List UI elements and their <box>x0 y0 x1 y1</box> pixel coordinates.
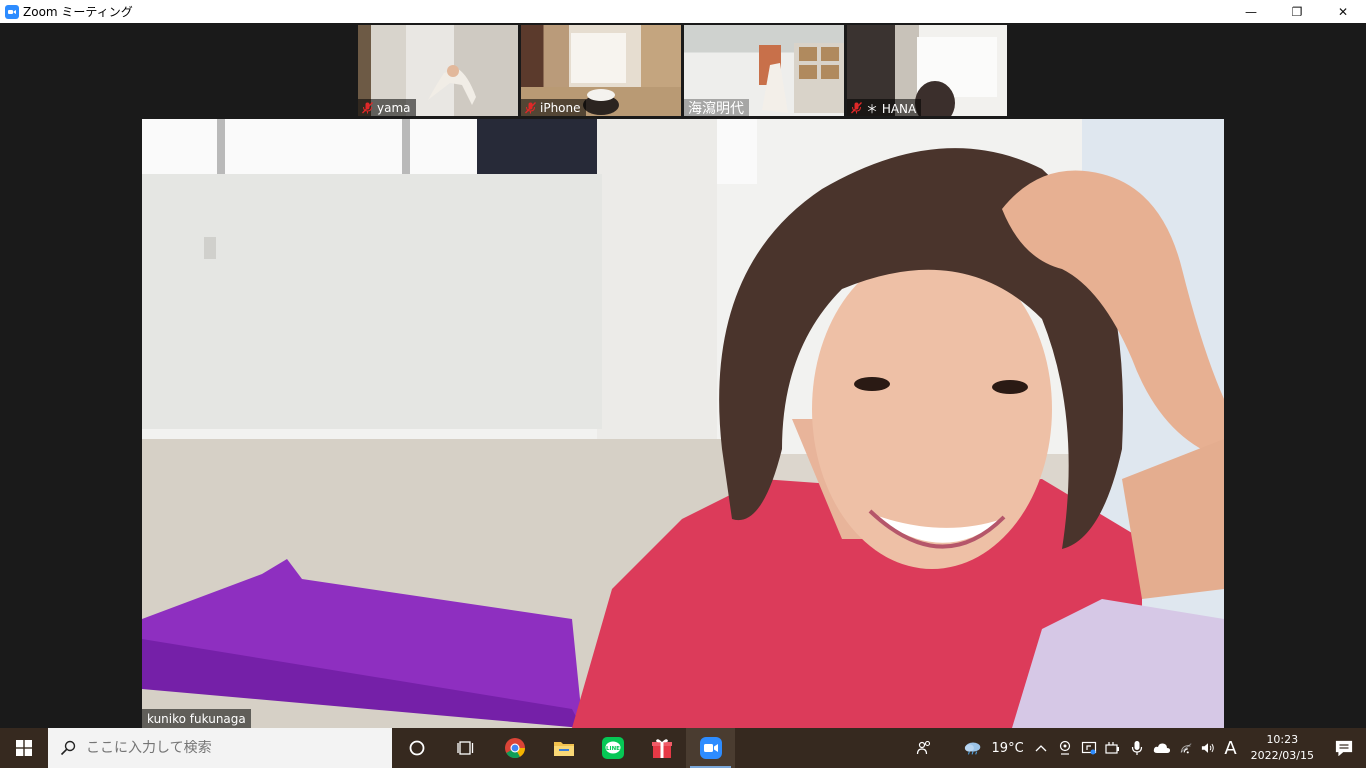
weather-temperature[interactable]: 19°C <box>987 728 1029 768</box>
clock-date: 2022/03/15 <box>1250 749 1314 762</box>
close-button[interactable]: ✕ <box>1320 0 1366 23</box>
window-titlebar: Zoom ミーティング — ❐ ✕ <box>0 0 1366 23</box>
ime-mode-indicator[interactable]: A <box>1219 728 1243 768</box>
participant-tile[interactable]: iPhone <box>521 25 681 116</box>
clock-time: 10:23 <box>1266 733 1299 746</box>
tray-microphone[interactable] <box>1125 728 1149 768</box>
tray-camera[interactable] <box>1053 728 1077 768</box>
taskbar-file-explorer[interactable] <box>539 728 588 768</box>
tray-volume[interactable] <box>1197 728 1219 768</box>
zoom-icon <box>699 737 722 759</box>
task-view-button[interactable] <box>441 728 490 768</box>
minimize-button[interactable]: — <box>1228 0 1274 23</box>
tray-onedrive[interactable] <box>1149 728 1175 768</box>
people-icon <box>916 740 930 755</box>
taskbar-search-box[interactable] <box>48 728 392 768</box>
system-tray: 19°C A 10:23 2022/03/15 <box>909 728 1366 768</box>
taskbar-chrome[interactable] <box>490 728 539 768</box>
mic-muted-icon <box>525 102 536 114</box>
search-icon <box>60 740 76 756</box>
action-center-button[interactable] <box>1322 728 1366 768</box>
mic-muted-icon <box>851 102 862 114</box>
screen-share-icon <box>1081 741 1096 755</box>
start-button[interactable] <box>0 728 48 768</box>
window-title: Zoom ミーティング <box>23 5 133 19</box>
cortana-icon <box>409 740 424 756</box>
tray-network[interactable] <box>1175 728 1197 768</box>
chrome-icon <box>504 738 525 759</box>
participant-name: 海瀉明代 <box>688 101 744 116</box>
speaker-volume-icon <box>1201 743 1214 753</box>
onedrive-cloud-icon <box>1153 743 1170 753</box>
weather-widget[interactable] <box>959 728 987 768</box>
taskbar-clock[interactable]: 10:23 2022/03/15 <box>1243 728 1322 768</box>
speaker-video-frame <box>142 119 1224 728</box>
cortana-button[interactable] <box>392 728 441 768</box>
notification-icon <box>1335 740 1353 756</box>
battery-plug-icon <box>1104 742 1119 754</box>
line-icon: LINE <box>601 737 624 759</box>
participant-name: iPhone <box>540 101 581 115</box>
participant-strip: yama iPhone 海瀉明代 ＊ HANA <box>358 25 1007 116</box>
active-speaker-video[interactable]: kuniko fukunaga <box>142 119 1224 728</box>
people-button[interactable] <box>909 728 939 768</box>
windows-taskbar: LINE 19°C <box>0 728 1366 768</box>
zoom-app-icon <box>5 4 19 19</box>
participant-name-tag: 海瀉明代 <box>684 99 749 116</box>
show-hidden-icons-button[interactable] <box>1029 728 1053 768</box>
participant-name: yama <box>377 101 411 115</box>
participant-tile[interactable]: 海瀉明代 <box>684 25 844 116</box>
taskbar-zoom[interactable] <box>686 728 735 768</box>
participant-name-tag: ＊ HANA <box>847 99 922 116</box>
gift-icon <box>651 739 672 758</box>
mic-muted-icon <box>362 102 373 114</box>
participant-name-tag: yama <box>358 99 416 116</box>
wifi-icon <box>1180 743 1192 754</box>
meeting-view: yama iPhone 海瀉明代 ＊ HANA kuniko fukunaga <box>0 23 1366 728</box>
chevron-up-icon <box>1035 745 1047 752</box>
cloud-rain-icon <box>964 742 980 755</box>
folder-icon <box>553 742 574 756</box>
search-input[interactable] <box>86 740 376 756</box>
svg-text:LINE: LINE <box>606 746 620 752</box>
tray-battery[interactable] <box>1101 728 1125 768</box>
microphone-icon <box>1131 741 1142 755</box>
webcam-icon <box>1059 740 1070 755</box>
participant-tile[interactable]: yama <box>358 25 518 116</box>
taskbar-gift-app[interactable] <box>637 728 686 768</box>
task-view-icon <box>456 741 473 755</box>
active-speaker-name: kuniko fukunaga <box>142 709 251 728</box>
participant-name: ＊ HANA <box>866 101 917 116</box>
tray-screen-sharing[interactable] <box>1077 728 1101 768</box>
participant-name-tag: iPhone <box>521 99 586 116</box>
windows-logo-icon <box>16 740 32 756</box>
restore-button[interactable]: ❐ <box>1274 0 1320 23</box>
participant-tile[interactable]: ＊ HANA <box>847 25 1007 116</box>
taskbar-line[interactable]: LINE <box>588 728 637 768</box>
